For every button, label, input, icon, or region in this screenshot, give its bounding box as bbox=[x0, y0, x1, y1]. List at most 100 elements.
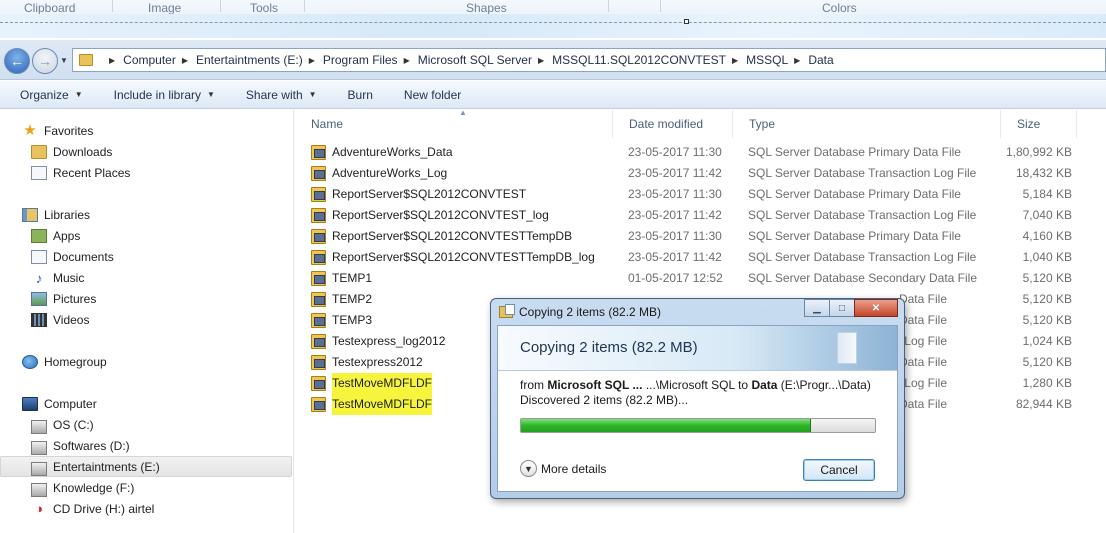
breadcrumb-sql-server[interactable]: Microsoft SQL Server ▶ bbox=[418, 53, 552, 67]
music-note-icon: ♪ bbox=[35, 269, 43, 286]
file-name: TEMP3 bbox=[332, 313, 373, 327]
chevron-right-icon[interactable]: ▶ bbox=[732, 56, 738, 65]
breadcrumb-program-files[interactable]: Program Files ▶ bbox=[323, 53, 418, 67]
file-name-cell[interactable]: TestMoveMDFLDF bbox=[311, 373, 433, 394]
file-date: 01-05-2017 12:52 bbox=[628, 271, 723, 285]
sidebar-item-computer[interactable]: Computer bbox=[0, 393, 292, 414]
breadcrumb-label: Microsoft SQL Server bbox=[417, 53, 532, 67]
source-name[interactable]: Microsoft SQL ... bbox=[547, 378, 642, 392]
breadcrumb-drive[interactable]: Entertaintments (E:) ▶ bbox=[196, 53, 323, 67]
sidebar-item-downloads[interactable]: Downloads bbox=[0, 141, 292, 162]
column-header-type[interactable]: Type bbox=[733, 110, 1001, 138]
pictures-icon bbox=[31, 291, 47, 306]
chevron-right-icon[interactable]: ▶ bbox=[309, 56, 315, 65]
file-name: Testexpress_log2012 bbox=[332, 334, 446, 348]
file-name-cell[interactable]: ReportServer$SQL2012CONVTESTTempDB bbox=[311, 226, 572, 247]
table-row[interactable]: ReportServer$SQL2012CONVTEST 23-05-2017 1… bbox=[295, 184, 1106, 205]
column-header-date[interactable]: Date modified bbox=[613, 110, 733, 138]
cancel-button[interactable]: Cancel bbox=[803, 459, 875, 481]
maximize-icon: □ bbox=[838, 302, 846, 314]
file-name: TEMP1 bbox=[332, 271, 373, 285]
table-row[interactable]: AdventureWorks_Data 23-05-2017 11:30 SQL S… bbox=[295, 142, 1106, 163]
file-name-cell[interactable]: AdventureWorks_Data bbox=[311, 142, 453, 163]
minimize-button[interactable]: ▁ bbox=[804, 299, 830, 317]
sidebar-item-recent-places[interactable]: Recent Places bbox=[0, 162, 292, 183]
drive-icon bbox=[31, 440, 47, 455]
chevron-right-icon[interactable]: ▶ bbox=[538, 56, 544, 65]
file-name-cell[interactable]: AdventureWorks_Log bbox=[311, 163, 447, 184]
new-folder-button[interactable]: New folder bbox=[404, 88, 461, 102]
forward-button[interactable]: → bbox=[32, 48, 58, 74]
more-details-toggle[interactable]: ▼ More details bbox=[520, 460, 606, 477]
file-size: 5,184 KB bbox=[1022, 187, 1072, 201]
sidebar-item-pictures[interactable]: Pictures bbox=[0, 288, 292, 309]
copy-progress-dialog: Copying 2 items (82.2 MB) ▁ □ ✕ Copying … bbox=[490, 298, 905, 499]
file-name-cell[interactable]: ReportServer$SQL2012CONVTEST_log bbox=[311, 205, 549, 226]
sidebar-item-homegroup[interactable]: Homegroup bbox=[0, 351, 292, 372]
file-name-cell[interactable]: Testexpress_log2012 bbox=[311, 331, 445, 352]
sidebar-item-libraries[interactable]: Libraries bbox=[0, 204, 292, 225]
sidebar-label: OS (C:) bbox=[53, 417, 94, 432]
breadcrumb-instance[interactable]: MSSQL11.SQL2012CONVTEST ▶ bbox=[552, 53, 746, 67]
share-label: Share with bbox=[245, 87, 303, 102]
column-header-name[interactable]: Name ▲ bbox=[295, 108, 613, 138]
file-type: Data File bbox=[898, 292, 947, 306]
chevron-right-icon[interactable]: ▶ bbox=[404, 56, 410, 65]
table-row[interactable]: AdventureWorks_Log 23-05-2017 11:42 SQL Se… bbox=[295, 163, 1106, 184]
organize-button[interactable]: Organize ▼ bbox=[20, 88, 83, 102]
breadcrumb-mssql[interactable]: MSSQL ▶ bbox=[746, 53, 808, 67]
file-name-cell[interactable]: ReportServer$SQL2012CONVTESTTempDB_log bbox=[311, 247, 595, 268]
sidebar-label: Knowledge (F:) bbox=[53, 480, 135, 495]
file-name-cell[interactable]: TEMP3 bbox=[311, 310, 372, 331]
breadcrumb-label: Data bbox=[808, 53, 834, 67]
breadcrumb-arrow[interactable]: ▶ bbox=[103, 56, 123, 65]
sidebar-item-music[interactable]: ♪ Music bbox=[0, 267, 292, 288]
sidebar-item-os-c[interactable]: OS (C:) bbox=[0, 414, 292, 435]
back-button[interactable]: ← bbox=[4, 48, 30, 74]
address-bar[interactable]: ▶ Computer ▶ Entertaintments (E:) ▶ Progra… bbox=[72, 48, 1106, 72]
sidebar-item-knowledge-f[interactable]: Knowledge (F:) bbox=[0, 477, 292, 498]
folder-icon bbox=[79, 54, 93, 66]
sidebar-item-favorites[interactable]: ★ Favorites bbox=[0, 120, 292, 141]
share-with-button[interactable]: Share with ▼ bbox=[246, 88, 317, 102]
chevron-right-icon[interactable]: ▶ bbox=[182, 56, 188, 65]
ribbon-group-shapes: Shapes bbox=[466, 1, 507, 15]
table-row[interactable]: ReportServer$SQL2012CONVTESTTempDB_log 23… bbox=[295, 247, 1106, 268]
sql-file-icon bbox=[311, 271, 326, 286]
destination-name[interactable]: Data bbox=[751, 378, 777, 392]
burn-button[interactable]: Burn bbox=[348, 88, 373, 102]
sidebar-label: Softwares (D:) bbox=[53, 438, 130, 453]
breadcrumb-computer[interactable]: Computer ▶ bbox=[123, 53, 196, 67]
file-name-cell[interactable]: Testexpress2012 bbox=[311, 352, 423, 373]
breadcrumb-data[interactable]: Data bbox=[808, 53, 833, 67]
file-name: ReportServer$SQL2012CONVTEST bbox=[332, 187, 527, 201]
include-in-library-button[interactable]: Include in library ▼ bbox=[114, 88, 215, 102]
resize-handle[interactable] bbox=[684, 19, 689, 24]
sort-ascending-icon: ▲ bbox=[459, 108, 467, 117]
sidebar-label: Homegroup bbox=[44, 354, 107, 369]
sidebar-item-entertainments-e[interactable]: Entertaintments (E:) bbox=[0, 456, 292, 477]
close-button[interactable]: ✕ bbox=[854, 299, 898, 317]
file-type: SQL Server Database Primary Data File bbox=[748, 145, 961, 159]
maximize-button[interactable]: □ bbox=[829, 299, 855, 317]
sidebar-label: Documents bbox=[53, 249, 114, 264]
file-name-cell[interactable]: TEMP2 bbox=[311, 289, 372, 310]
column-header-label: Type bbox=[749, 117, 776, 131]
column-header-size[interactable]: Size bbox=[1001, 110, 1077, 138]
sidebar-item-apps[interactable]: Apps bbox=[0, 225, 292, 246]
file-type: SQL Server Database Transaction Log File bbox=[748, 208, 977, 222]
sidebar-item-videos[interactable]: Videos bbox=[0, 309, 292, 330]
file-type: Data File bbox=[898, 355, 947, 369]
sidebar-item-documents[interactable]: Documents bbox=[0, 246, 292, 267]
table-row[interactable]: TEMP1 01-05-2017 12:52 SQL Server Database… bbox=[295, 268, 1106, 289]
table-row[interactable]: ReportServer$SQL2012CONVTESTTempDB 23-05-… bbox=[295, 226, 1106, 247]
file-name-cell[interactable]: TestMoveMDFLDF bbox=[311, 394, 433, 415]
sidebar-item-cd-drive-h[interactable]: ◑ CD Drive (H:) airtel bbox=[0, 498, 292, 519]
table-row[interactable]: ReportServer$SQL2012CONVTEST_log 23-05-20… bbox=[295, 205, 1106, 226]
file-name-cell[interactable]: ReportServer$SQL2012CONVTEST bbox=[311, 184, 526, 205]
copy-folder-icon bbox=[499, 304, 515, 318]
file-name-cell[interactable]: TEMP1 bbox=[311, 268, 372, 289]
chevron-right-icon[interactable]: ▶ bbox=[794, 56, 800, 65]
recent-pages-dropdown-icon[interactable]: ▼ bbox=[60, 56, 68, 65]
sidebar-item-softwares-d[interactable]: Softwares (D:) bbox=[0, 435, 292, 456]
